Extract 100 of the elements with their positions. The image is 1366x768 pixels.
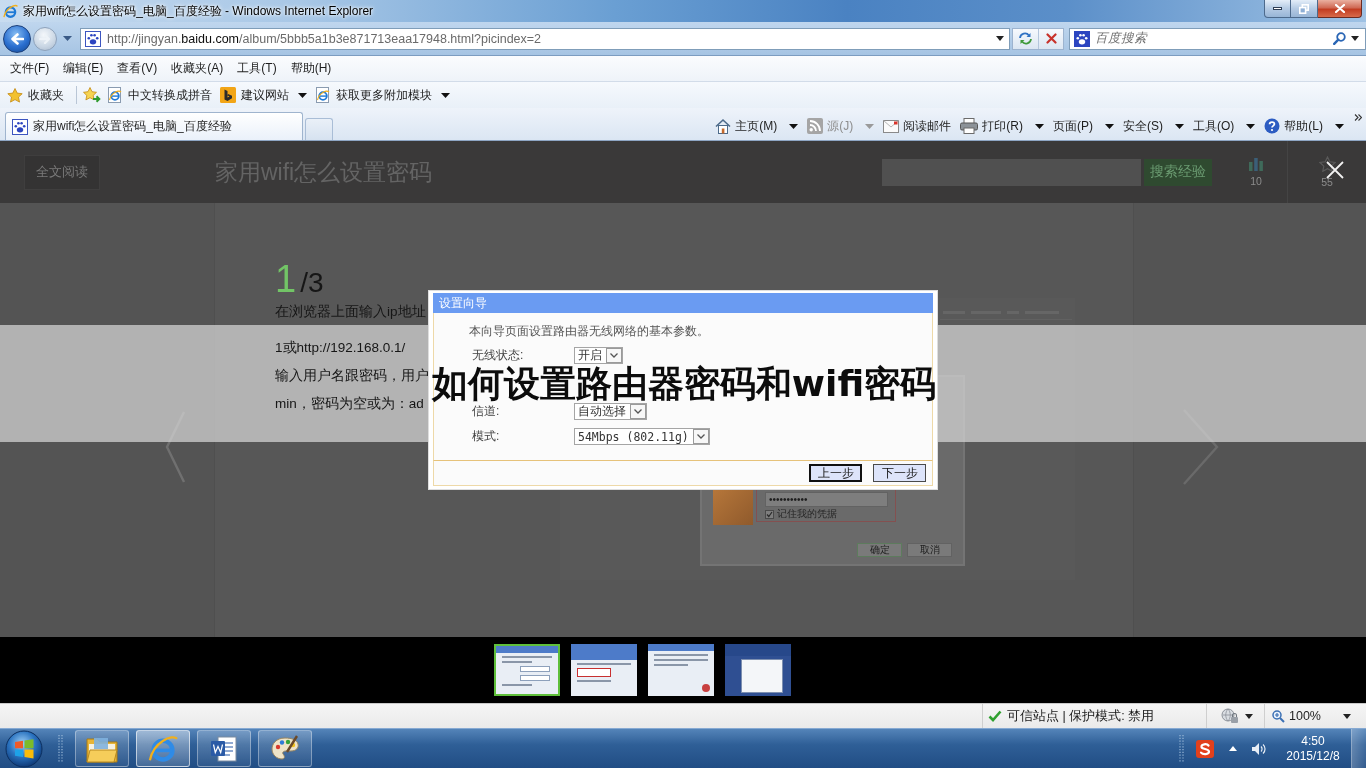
favorites-button[interactable]: 收藏夹 — [7, 84, 72, 106]
dropdown-field[interactable]: 54Mbps (802.11g) — [574, 428, 710, 445]
checkbox-icon[interactable] — [765, 509, 774, 519]
taskbar-app-button[interactable] — [197, 730, 251, 767]
show-desktop-button[interactable] — [1351, 729, 1366, 768]
close-icon — [1334, 4, 1345, 13]
zoom-button[interactable]: 100% — [1272, 709, 1321, 723]
minimize-icon — [1273, 7, 1282, 10]
site-logo-icon — [220, 87, 236, 103]
favorites-bar-item[interactable]: 获取更多附加模块 — [315, 84, 458, 106]
grip-dots-icon — [58, 733, 63, 764]
wizard-button[interactable]: 上一步 — [809, 464, 862, 482]
browser-logo-icon — [148, 733, 178, 764]
up-arrow-icon[interactable] — [1229, 746, 1237, 751]
command-button[interactable]: 主页(M) — [715, 116, 799, 136]
thumbnail[interactable] — [494, 644, 560, 696]
mail-icon — [883, 119, 900, 133]
close-button[interactable] — [1318, 0, 1362, 18]
command-button[interactable]: 阅读邮件 — [883, 116, 952, 136]
vote-count: 10 — [1250, 175, 1262, 187]
menu-item[interactable]: 编辑(E) — [56, 57, 111, 80]
star-outline-icon[interactable] — [1318, 156, 1336, 172]
caret-icon[interactable] — [1246, 123, 1256, 129]
printer-icon — [960, 118, 979, 134]
input-method-icon[interactable] — [1196, 739, 1214, 758]
check-icon — [988, 710, 1002, 722]
caret-icon[interactable] — [1343, 713, 1351, 719]
document-icon — [210, 734, 238, 763]
command-button[interactable]: 打印(R) — [960, 116, 1044, 136]
start-orb-icon — [5, 729, 43, 768]
step-number: 1 — [275, 258, 297, 300]
dropdown-field[interactable]: 自动选择 — [574, 403, 647, 420]
minimize-button[interactable] — [1264, 0, 1291, 18]
caret-icon[interactable] — [1245, 713, 1253, 719]
taskbar-app-button[interactable] — [258, 730, 312, 767]
password-field[interactable]: ••••••••••• — [765, 492, 888, 507]
feed-icon — [807, 118, 824, 134]
paw-icon — [1074, 30, 1090, 47]
stop-icon — [1045, 33, 1057, 44]
taskbar-app-button[interactable] — [136, 730, 190, 767]
wizard-button[interactable]: 下一步 — [873, 464, 926, 482]
paint-palette-icon — [270, 734, 300, 763]
add-to-favorites-icon[interactable] — [83, 87, 101, 103]
caret-icon[interactable] — [1351, 36, 1359, 41]
taskbar-app-button[interactable] — [75, 730, 129, 767]
start-button[interactable] — [4, 729, 44, 768]
zone-settings-icon[interactable] — [1221, 708, 1239, 724]
dialog-intro-text: 本向导页面设置路由器无线网络的基本参数。 — [469, 323, 710, 339]
forward-arrow-icon — [39, 33, 51, 44]
menu-item[interactable]: 查看(V) — [110, 57, 165, 80]
favorites-bar-item[interactable]: 中文转换成拼音 — [107, 84, 220, 106]
dialog-title-bar: 设置向导 — [433, 293, 933, 313]
menu-item[interactable]: 收藏夹(A) — [164, 57, 231, 80]
favorite-count: 55 — [1321, 176, 1333, 188]
zoom-icon — [1272, 709, 1285, 723]
restore-button[interactable] — [1291, 0, 1318, 18]
ok-button[interactable]: 确定 — [857, 543, 902, 557]
article-text: 输入用户名跟密码，用户 — [275, 367, 429, 385]
browser-logo-icon — [3, 3, 18, 19]
browser-page-icon — [107, 87, 123, 103]
back-arrow-icon — [10, 32, 24, 45]
search-field[interactable]: 百度搜索 — [1069, 27, 1366, 50]
favorites-bar-item[interactable]: 建议网站 — [220, 84, 315, 106]
command-button[interactable]: 帮助(L) — [1264, 116, 1344, 136]
clock-date[interactable]: 2015/12/8 — [1286, 748, 1340, 764]
browser-tab[interactable]: 家用wifi怎么设置密码_电脑_百度经验 — [5, 112, 303, 140]
thumbnail[interactable] — [648, 644, 714, 696]
command-button[interactable]: 安全(S) — [1123, 116, 1184, 136]
caret-icon[interactable] — [996, 36, 1004, 41]
command-button[interactable]: 页面(P) — [1053, 116, 1114, 136]
dropdown-field[interactable]: 开启 — [574, 347, 623, 364]
user-picture-icon — [713, 488, 753, 525]
caption-headline: 如何设置路由器密码和wifi密码 — [431, 364, 937, 403]
caret-icon[interactable] — [1105, 123, 1114, 129]
restore-icon — [1299, 3, 1309, 14]
window-title: 家用wifi怎么设置密码_电脑_百度经验 - Windows Internet Explorer — [23, 2, 374, 20]
caret-icon[interactable] — [1175, 123, 1184, 129]
close-icon[interactable] — [1326, 161, 1344, 179]
cancel-button[interactable]: 取消 — [907, 543, 952, 557]
field-label: 无线状态: — [472, 347, 525, 364]
star-icon — [7, 87, 23, 103]
caret-icon[interactable] — [1035, 123, 1044, 129]
menu-item[interactable]: 文件(F) — [3, 57, 57, 80]
command-button[interactable]: 工具(O) — [1193, 116, 1256, 136]
search-icon[interactable] — [1333, 32, 1346, 45]
caret-icon[interactable] — [1335, 123, 1344, 129]
address-field[interactable]: http://jingyan.baidu.com/album/5bbb5a1b3e871713eaa17948.html?picindex=2 — [80, 27, 1010, 50]
menu-item[interactable]: 工具(T) — [230, 57, 284, 80]
clock-time[interactable]: 4:50 — [1301, 733, 1325, 749]
back-button[interactable] — [3, 24, 31, 53]
thumbnail[interactable] — [725, 644, 791, 696]
menu-item[interactable]: 帮助(H) — [283, 57, 339, 80]
speaker-icon[interactable] — [1251, 741, 1267, 756]
paw-icon — [12, 118, 28, 135]
refresh-icon — [1018, 32, 1033, 45]
caret-icon[interactable] — [789, 123, 799, 129]
more-chevron-icon[interactable] — [1354, 114, 1362, 121]
caret-icon[interactable] — [298, 92, 307, 98]
caret-icon[interactable] — [441, 92, 450, 98]
thumbnail[interactable] — [571, 644, 637, 696]
